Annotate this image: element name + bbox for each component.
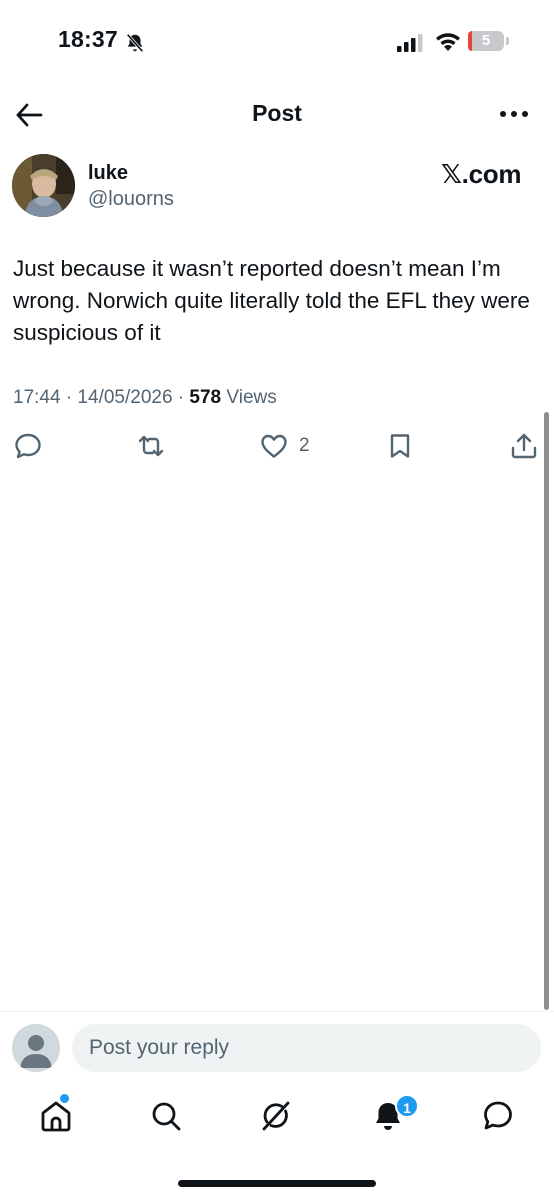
heart-icon [261,434,287,458]
share-button[interactable] [509,430,539,462]
notification-badge: 1 [395,1094,419,1118]
scrollbar[interactable] [544,412,549,1010]
search-icon [152,1102,181,1131]
home-unread-dot [60,1094,69,1103]
post-screen: 18:37 5 Post luke @louorns 𝕏.com Just be… [0,0,554,1200]
cellular-signal-icon [397,34,423,52]
nav-home[interactable] [38,1098,74,1134]
repost-icon [138,435,164,457]
divider [0,1011,554,1012]
default-avatar-icon [12,1024,60,1072]
bookmark-icon [390,434,410,458]
page-title: Post [252,100,302,126]
grok-icon [262,1101,290,1131]
like-button[interactable]: 2 [259,430,310,462]
nav-search[interactable] [148,1098,184,1134]
x-brand-logo: 𝕏.com [441,159,522,189]
more-horizontal-icon[interactable] [498,104,530,124]
battery-icon: 5 [468,31,509,51]
post-text: Just because it wasn’t reported doesn’t … [13,256,530,345]
post-meta: 17:44 · 14/05/2026 · 578 Views [13,387,277,409]
reply-input[interactable] [72,1024,541,1072]
nav-grok[interactable] [258,1098,294,1134]
bookmark-button[interactable] [385,430,415,462]
author-handle[interactable]: @louorns [88,188,174,211]
bell-slash-icon [126,33,144,53]
avatar-photo [12,154,75,217]
share-icon [511,433,537,459]
views-label: Views [221,387,277,408]
battery-level: 5 [481,32,491,49]
battery-low-indicator [468,31,472,51]
messages-icon [484,1101,512,1130]
reply-avatar [12,1024,60,1072]
status-bar: 18:37 5 [0,0,554,86]
home-icon [41,1101,71,1132]
nav-messages[interactable] [480,1098,516,1134]
author-name[interactable]: luke [88,162,128,185]
reply-button[interactable] [13,430,43,462]
like-count: 2 [299,435,310,456]
views-count: 578 [189,387,222,408]
wifi-icon [436,33,460,51]
status-time: 18:37 [58,26,118,52]
avatar[interactable] [12,154,75,217]
post-timestamp: 17:44 · 14/05/2026 · [13,387,190,408]
repost-button[interactable] [136,430,166,462]
reply-bubble-icon [15,433,41,459]
home-indicator[interactable] [178,1180,376,1187]
